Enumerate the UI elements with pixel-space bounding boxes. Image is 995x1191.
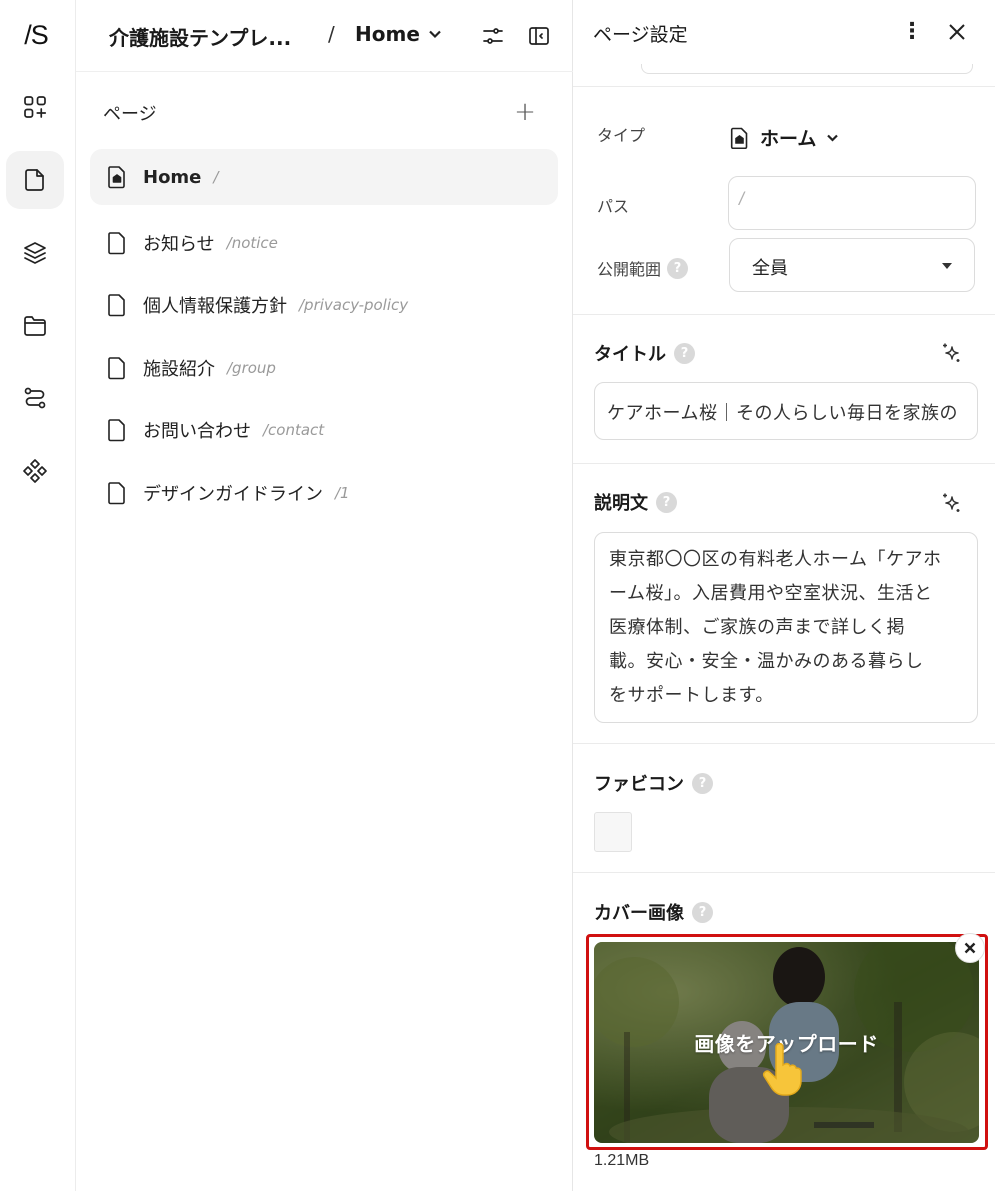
- caret-down-icon: [942, 263, 952, 269]
- add-section-icon: [24, 96, 47, 118]
- current-page-label: Home: [355, 22, 420, 46]
- components-icon: [23, 459, 47, 483]
- sidebar-panel-icon: [529, 27, 549, 45]
- sparkle-icon: [943, 493, 960, 512]
- sliders-icon: [483, 28, 503, 44]
- page-path: /: [213, 168, 219, 186]
- page-type-value: ホーム: [760, 128, 817, 150]
- path-label: パス: [597, 197, 630, 216]
- cover-highlight-frame: [586, 934, 988, 1150]
- type-label: タイプ: [597, 126, 646, 145]
- page-list: Home / お知らせ /notice 個人情報保護方針 /privacy-po…: [90, 149, 558, 524]
- chevron-down-icon: [429, 30, 441, 39]
- pages-button[interactable]: [6, 151, 64, 209]
- folder-icon: [24, 316, 46, 336]
- page-item-privacy-policy[interactable]: 個人情報保護方針 /privacy-policy: [90, 274, 558, 337]
- page-path: /notice: [226, 233, 278, 252]
- pages-panel: 介護施設テンプレ... / Home ページ + Home / お知らせ /no…: [76, 0, 573, 1191]
- cover-image-heading: カバー画像 ?: [594, 899, 713, 925]
- help-icon[interactable]: ?: [656, 491, 677, 513]
- page-path: /privacy-policy: [299, 296, 409, 315]
- close-icon: [949, 24, 965, 40]
- page-settings-panel: ページ設定 ⋮ タイプ ホーム パス / 公開範囲 ? 全員 タイトル ? ケア…: [573, 0, 995, 1191]
- page-path: /contact: [263, 421, 325, 440]
- divider: [573, 463, 995, 464]
- current-page-dropdown[interactable]: Home: [355, 22, 442, 46]
- description-textarea[interactable]: 東京都〇〇区の有料老人ホーム「ケアホ ーム桜」。入居費用や空室状況、生活と 医療…: [594, 532, 978, 723]
- page-icon: [108, 231, 125, 255]
- page-icon: [108, 481, 125, 505]
- pages-heading: ページ: [103, 104, 157, 125]
- path-input[interactable]: /: [728, 176, 976, 230]
- add-section-button[interactable]: [6, 78, 64, 136]
- page-name: お問い合わせ: [143, 421, 251, 443]
- page-name: デザインガイドライン: [143, 483, 323, 505]
- home-page-icon: [108, 166, 125, 189]
- site-name[interactable]: 介護施設テンプレ...: [109, 22, 291, 51]
- page-path: /group: [227, 358, 276, 377]
- assets-button[interactable]: [6, 297, 64, 355]
- page-item-contact[interactable]: お問い合わせ /contact: [90, 399, 558, 462]
- page-icon: [108, 356, 125, 380]
- cover-file-size: 1.21MB: [594, 1152, 650, 1169]
- home-page-icon: [730, 127, 748, 149]
- icon-rail: /S: [0, 0, 76, 1191]
- divider: [573, 314, 995, 315]
- ai-generate-title-button[interactable]: [939, 341, 963, 365]
- page-name: Home: [143, 166, 202, 188]
- workflow-button[interactable]: [6, 369, 64, 427]
- page-type-dropdown[interactable]: ホーム: [730, 124, 839, 151]
- page-icon: [108, 294, 125, 317]
- layers-icon: [24, 242, 46, 264]
- more-options-button[interactable]: ⋮: [901, 20, 923, 44]
- scroll-stub: [641, 64, 973, 74]
- help-icon[interactable]: ?: [692, 772, 713, 794]
- page-item-home[interactable]: Home /: [90, 149, 558, 205]
- app-logo[interactable]: /S: [14, 20, 58, 50]
- ai-generate-description-button[interactable]: [939, 491, 963, 515]
- pages-icon: [25, 169, 44, 191]
- divider: [573, 743, 995, 744]
- page-name: 施設紹介: [143, 358, 215, 380]
- visibility-select[interactable]: 全員: [729, 238, 975, 292]
- chevron-down-icon: [827, 134, 839, 142]
- layers-button[interactable]: [6, 224, 64, 282]
- page-path: /1: [335, 483, 350, 502]
- visibility-label: 公開範囲 ?: [597, 256, 689, 280]
- breadcrumb-separator: /: [328, 22, 335, 46]
- top-bar: 介護施設テンプレ... / Home: [76, 0, 573, 72]
- divider: [573, 86, 995, 87]
- description-heading: 説明文 ?: [594, 489, 677, 515]
- settings-title: ページ設定: [593, 24, 688, 46]
- page-name: お知らせ: [143, 233, 215, 255]
- page-name: 個人情報保護方針: [143, 296, 287, 318]
- panel-collapse-toggle[interactable]: [527, 24, 551, 48]
- page-item-group[interactable]: 施設紹介 /group: [90, 337, 558, 400]
- title-heading: タイトル ?: [594, 340, 695, 366]
- favicon-upload[interactable]: [594, 812, 632, 852]
- close-settings-button[interactable]: [945, 20, 969, 44]
- help-icon[interactable]: ?: [692, 901, 713, 923]
- page-settings-toggle[interactable]: [481, 24, 505, 48]
- page-item-notice[interactable]: お知らせ /notice: [90, 212, 558, 275]
- page-item-design-guideline[interactable]: デザインガイドライン /1: [90, 462, 558, 525]
- help-icon[interactable]: ?: [667, 257, 689, 279]
- title-input[interactable]: ケアホーム桜｜その人らしい毎日を家族の: [594, 382, 978, 440]
- help-icon[interactable]: ?: [674, 342, 695, 364]
- remove-cover-button[interactable]: [955, 933, 985, 963]
- page-icon: [108, 419, 125, 442]
- components-button[interactable]: [6, 442, 64, 500]
- divider: [573, 872, 995, 873]
- add-page-button[interactable]: +: [513, 99, 537, 125]
- workflow-icon: [24, 387, 46, 409]
- visibility-value: 全員: [752, 258, 788, 279]
- sparkle-icon: [943, 343, 960, 362]
- favicon-heading: ファビコン ?: [594, 770, 713, 796]
- close-icon: [964, 942, 976, 954]
